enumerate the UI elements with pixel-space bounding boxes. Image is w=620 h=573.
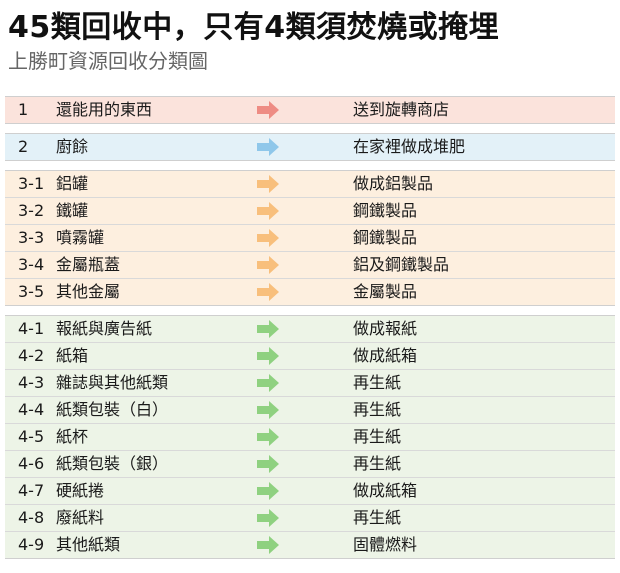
table-row: 4-1 報紙與廣告紙 做成報紙: [5, 316, 615, 342]
right-arrow-icon: [257, 175, 279, 193]
item-number: 3-1: [18, 174, 45, 193]
table-row: 4-5 紙杯 再生紙: [5, 423, 615, 450]
destination: 金屬製品: [353, 282, 418, 301]
item-name: 還能用的東西: [56, 100, 153, 119]
right-arrow-icon: [257, 283, 279, 301]
item-number: 3-3: [18, 228, 45, 247]
destination: 做成鋁製品: [353, 174, 434, 193]
right-arrow-icon: [257, 455, 279, 473]
destination: 再生紙: [353, 454, 402, 473]
table-row: 4-7 硬紙捲 做成紙箱: [5, 477, 615, 504]
destination: 再生紙: [353, 373, 402, 392]
category-group: 3-1 鋁罐 做成鋁製品 3-2 鐵罐 鋼鐵製品 3-3 噴霧罐 鋼鐵製品 3-4 金屬瓶蓋 鋁及鋼鐵…: [5, 170, 615, 306]
item-name: 鐵罐: [56, 201, 89, 220]
item-number: 3-5: [18, 282, 45, 301]
right-arrow-icon: [257, 374, 279, 392]
table-row: 4-6 紙類包裝（銀） 再生紙: [5, 450, 615, 477]
item-number: 4-9: [18, 535, 45, 554]
item-number: 4-5: [18, 427, 45, 446]
table-row: 2 廚餘 在家裡做成堆肥: [5, 134, 615, 160]
table-row: 3-3 噴霧罐 鋼鐵製品: [5, 224, 615, 251]
item-number: 4-8: [18, 508, 45, 527]
item-name: 噴霧罐: [56, 228, 105, 247]
destination: 固體燃料: [353, 535, 418, 554]
right-arrow-icon: [257, 401, 279, 419]
item-name: 報紙與廣告紙: [56, 319, 153, 338]
destination: 鋁及鋼鐵製品: [353, 255, 450, 274]
table-row: 4-9 其他紙類 固體燃料: [5, 531, 615, 558]
item-number: 4-1: [18, 319, 45, 338]
table-row: 1 還能用的東西 送到旋轉商店: [5, 97, 615, 123]
item-name: 紙杯: [56, 427, 89, 446]
destination: 做成紙箱: [353, 481, 418, 500]
right-arrow-icon: [257, 101, 279, 119]
item-number: 4-7: [18, 481, 45, 500]
item-name: 硬紙捲: [56, 481, 105, 500]
table-row: 3-4 金屬瓶蓋 鋁及鋼鐵製品: [5, 251, 615, 278]
right-arrow-icon: [257, 428, 279, 446]
right-arrow-icon: [257, 138, 279, 156]
item-name: 雜誌與其他紙類: [56, 373, 169, 392]
right-arrow-icon: [257, 482, 279, 500]
item-name: 紙箱: [56, 346, 89, 365]
table-row: 4-3 雜誌與其他紙類 再生紙: [5, 369, 615, 396]
right-arrow-icon: [257, 256, 279, 274]
item-number: 4-4: [18, 400, 45, 419]
item-name: 金屬瓶蓋: [56, 255, 121, 274]
table-row: 4-2 紙箱 做成紙箱: [5, 342, 615, 369]
category-group: 1 還能用的東西 送到旋轉商店: [5, 96, 615, 124]
destination: 再生紙: [353, 508, 402, 527]
item-number: 4-3: [18, 373, 45, 392]
destination: 做成報紙: [353, 319, 418, 338]
item-name: 其他金屬: [56, 282, 121, 301]
item-name: 紙類包裝（銀）: [56, 454, 169, 473]
item-name: 廢紙料: [56, 508, 105, 527]
item-number: 3-2: [18, 201, 45, 220]
destination: 再生紙: [353, 427, 402, 446]
page-title: 45類回收中，只有4類須焚燒或掩埋: [8, 10, 500, 45]
destination: 在家裡做成堆肥: [353, 137, 466, 156]
item-number: 2: [18, 137, 29, 156]
right-arrow-icon: [257, 202, 279, 220]
item-number: 4-6: [18, 454, 45, 473]
table-row: 3-1 鋁罐 做成鋁製品: [5, 171, 615, 197]
table-row: 3-5 其他金屬 金屬製品: [5, 278, 615, 305]
right-arrow-icon: [257, 347, 279, 365]
category-group: 2 廚餘 在家裡做成堆肥: [5, 133, 615, 161]
item-name: 紙類包裝（白）: [56, 400, 169, 419]
item-name: 其他紙類: [56, 535, 121, 554]
destination: 鋼鐵製品: [353, 228, 418, 247]
recycling-table: 1 還能用的東西 送到旋轉商店 2 廚餘 在家裡做成堆肥 3-1 鋁罐 做成鋁製品 3-2 鐵罐 鋼鐵…: [5, 96, 615, 568]
category-group: 4-1 報紙與廣告紙 做成報紙 4-2 紙箱 做成紙箱 4-3 雜誌與其他紙類 再生紙 4-4 紙類…: [5, 315, 615, 559]
right-arrow-icon: [257, 509, 279, 527]
destination: 送到旋轉商店: [353, 100, 450, 119]
right-arrow-icon: [257, 320, 279, 338]
table-row: 4-4 紙類包裝（白） 再生紙: [5, 396, 615, 423]
page-subtitle: 上勝町資源回收分類圖: [8, 49, 208, 73]
right-arrow-icon: [257, 229, 279, 247]
destination: 鋼鐵製品: [353, 201, 418, 220]
item-number: 3-4: [18, 255, 45, 274]
item-name: 廚餘: [56, 137, 89, 156]
item-name: 鋁罐: [56, 174, 89, 193]
item-number: 1: [18, 100, 29, 119]
right-arrow-icon: [257, 536, 279, 554]
destination: 做成紙箱: [353, 346, 418, 365]
item-number: 4-2: [18, 346, 45, 365]
table-row: 4-8 廢紙料 再生紙: [5, 504, 615, 531]
destination: 再生紙: [353, 400, 402, 419]
table-row: 3-2 鐵罐 鋼鐵製品: [5, 197, 615, 224]
